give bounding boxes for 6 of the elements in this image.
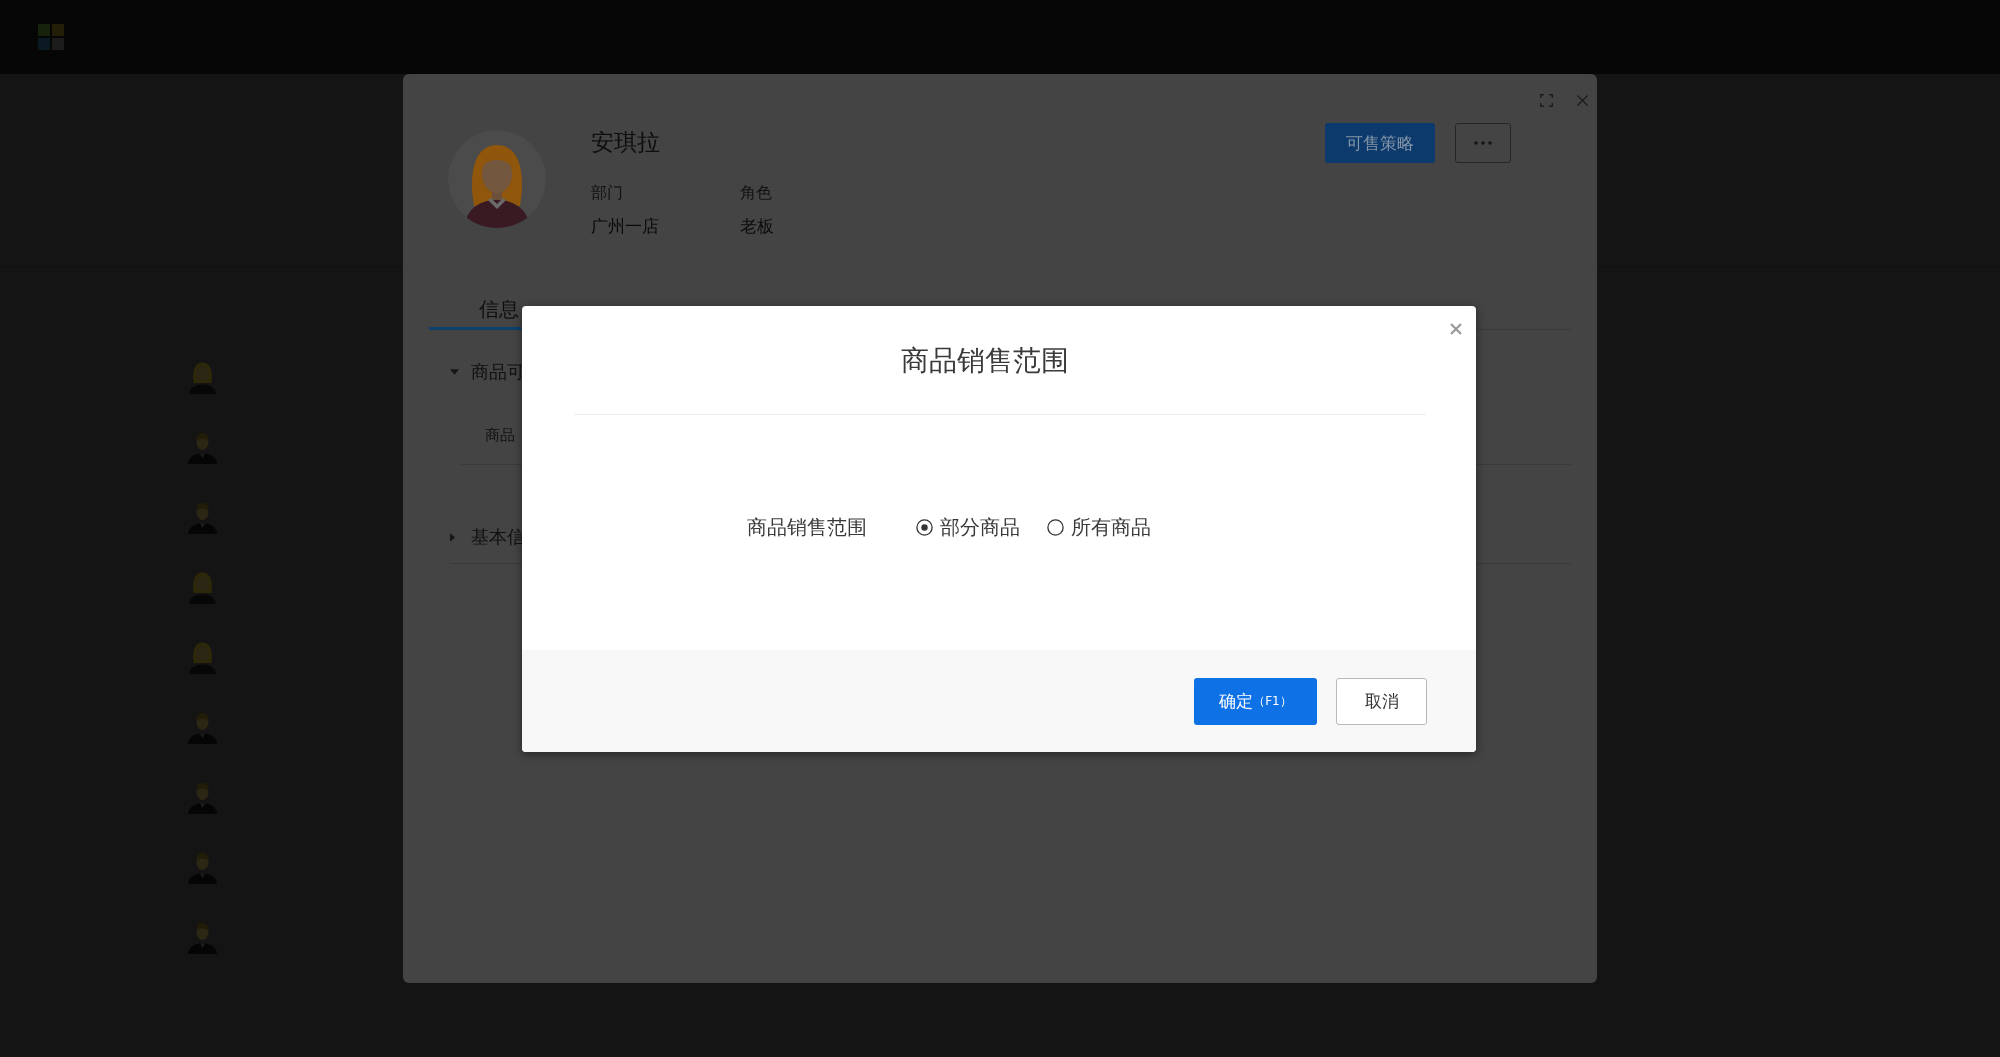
- option-label: 所有商品: [1071, 513, 1151, 541]
- field-value: 广州一店: [591, 215, 660, 237]
- dialog-title: 商品销售范围: [901, 343, 1069, 379]
- field-value: 老板: [740, 215, 775, 237]
- option-label: 部分商品: [940, 513, 1020, 541]
- field-label: 商品销售范围: [747, 513, 867, 541]
